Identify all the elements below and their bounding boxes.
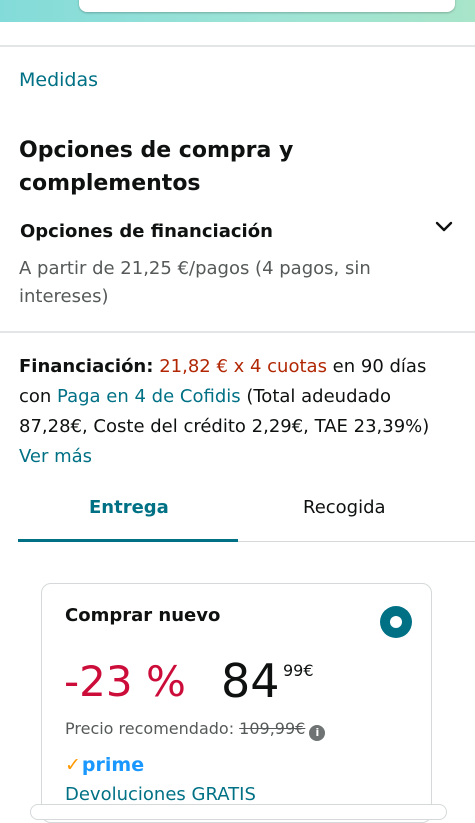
cofidis-link[interactable]: Paga en 4 de Cofidis: [57, 386, 241, 407]
prime-check-icon: ✓: [65, 754, 81, 776]
recommended-price-value: 109,99€: [239, 719, 306, 738]
see-more-link[interactable]: Ver más: [19, 446, 92, 467]
chevron-down-icon[interactable]: [433, 217, 455, 237]
divider: [0, 331, 475, 333]
divider: [0, 45, 475, 47]
buy-new-title: Comprar nuevo: [65, 605, 221, 626]
financing-installments: 21,82 € x 4 cuotas: [159, 356, 327, 377]
financing-label: Financiación:: [19, 356, 154, 377]
prime-label: prime: [81, 754, 145, 776]
tab-recogida[interactable]: Recogida: [303, 496, 386, 520]
tab-selected-indicator: [18, 539, 238, 542]
search-bar[interactable]: [79, 0, 455, 12]
financing-description: A partir de 21,25 €/pagos (4 pagos, sin …: [19, 258, 371, 307]
info-icon[interactable]: i: [309, 725, 326, 741]
purchase-options-title: Opciones de compra y complementos: [19, 138, 294, 196]
price-whole: 84: [221, 654, 280, 708]
tab-entrega[interactable]: Entrega: [89, 496, 169, 520]
price-currency: €: [303, 661, 314, 680]
bottom-bar: [30, 804, 447, 820]
radio-selected-icon[interactable]: [380, 606, 412, 638]
price-fraction: 99: [283, 661, 304, 680]
prime-badge: ✓prime: [65, 753, 144, 777]
price-fraction-currency: 99€: [283, 662, 314, 680]
measures-link[interactable]: Medidas: [19, 68, 98, 92]
discount-percentage: -23 %: [64, 657, 186, 706]
financing-options-header[interactable]: Opciones de financiación: [20, 220, 273, 244]
recommended-price-label: Precio recomendado:: [65, 719, 240, 738]
recommended-price: Precio recomendado: 109,99€ i: [65, 718, 326, 741]
header-bar: [0, 0, 475, 22]
buy-new-card[interactable]: Comprar nuevo -23 % 84 99€ Precio recome…: [41, 583, 432, 823]
financing-summary: Financiación: 21,82 € x 4 cuotas en 90 d…: [19, 352, 459, 472]
